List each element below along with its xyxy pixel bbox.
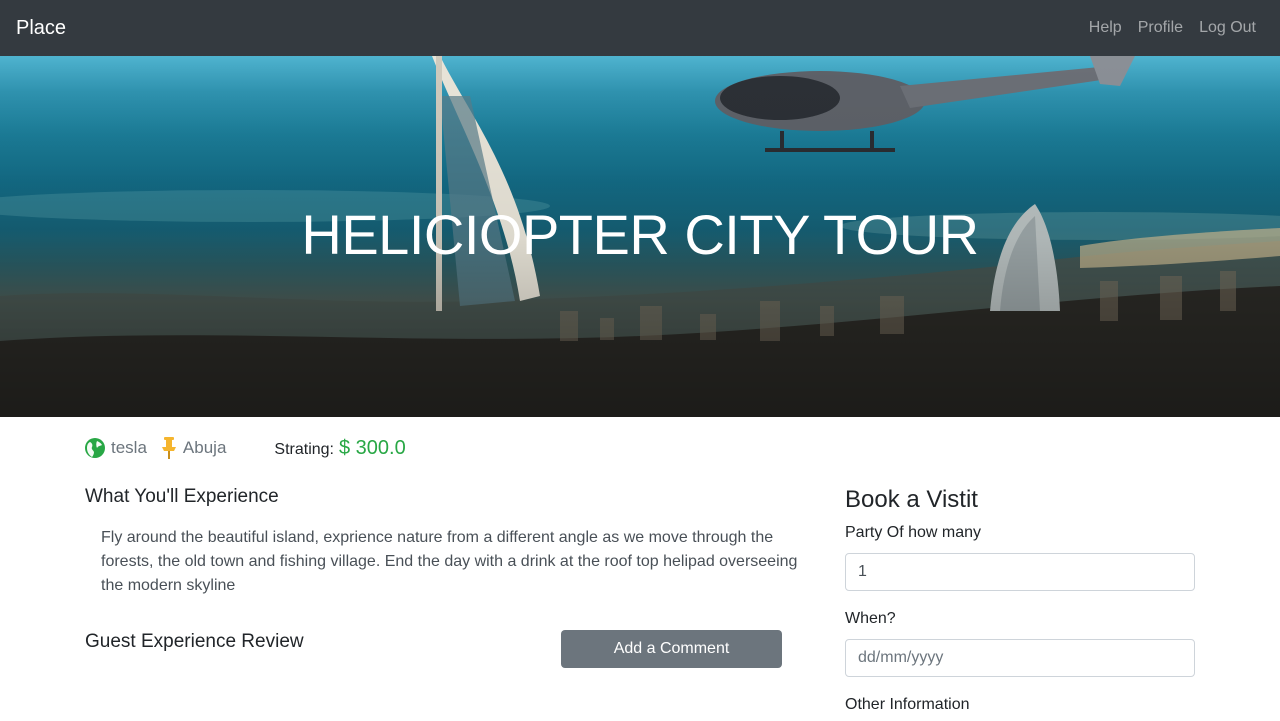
hero-banner: HELICIOPTER CITY TOUR (0, 56, 1280, 417)
nav-link-help[interactable]: Help (1081, 19, 1130, 37)
location-name: Abuja (182, 438, 227, 457)
host-name: tesla (111, 438, 147, 457)
nav-link-profile[interactable]: Profile (1130, 19, 1191, 37)
party-size-input[interactable] (845, 553, 1195, 591)
nav-links: Help Profile Log Out (1081, 19, 1264, 37)
pushpin-icon (161, 437, 176, 459)
booking-title: Book a Vistit (845, 486, 978, 513)
date-input[interactable] (845, 639, 1195, 677)
add-comment-button[interactable]: Add a Comment (561, 630, 782, 668)
rating: Strating: $ 300.0 (274, 437, 405, 460)
experience-heading: What You'll Experience (85, 486, 279, 507)
rating-label: Strating: (274, 440, 334, 458)
globe-icon (85, 438, 105, 458)
hero-title: HELICIOPTER CITY TOUR (301, 203, 979, 266)
price-value: $ 300.0 (339, 436, 406, 459)
date-label: When? (845, 610, 896, 627)
place-meta: tesla Abuja Strating: $ 300.0 (85, 432, 406, 464)
host-info: tesla (85, 438, 147, 458)
review-heading: Guest Experience Review (85, 631, 304, 652)
party-size-label: Party Of how many (845, 524, 982, 541)
experience-description: Fly around the beautiful island, exprien… (101, 529, 798, 594)
location-info: Abuja (161, 437, 226, 459)
navbar: Place Help Profile Log Out (0, 0, 1280, 56)
brand-link[interactable]: Place (16, 17, 66, 40)
other-info-label: Other Information (845, 696, 970, 713)
nav-link-logout[interactable]: Log Out (1191, 19, 1264, 37)
